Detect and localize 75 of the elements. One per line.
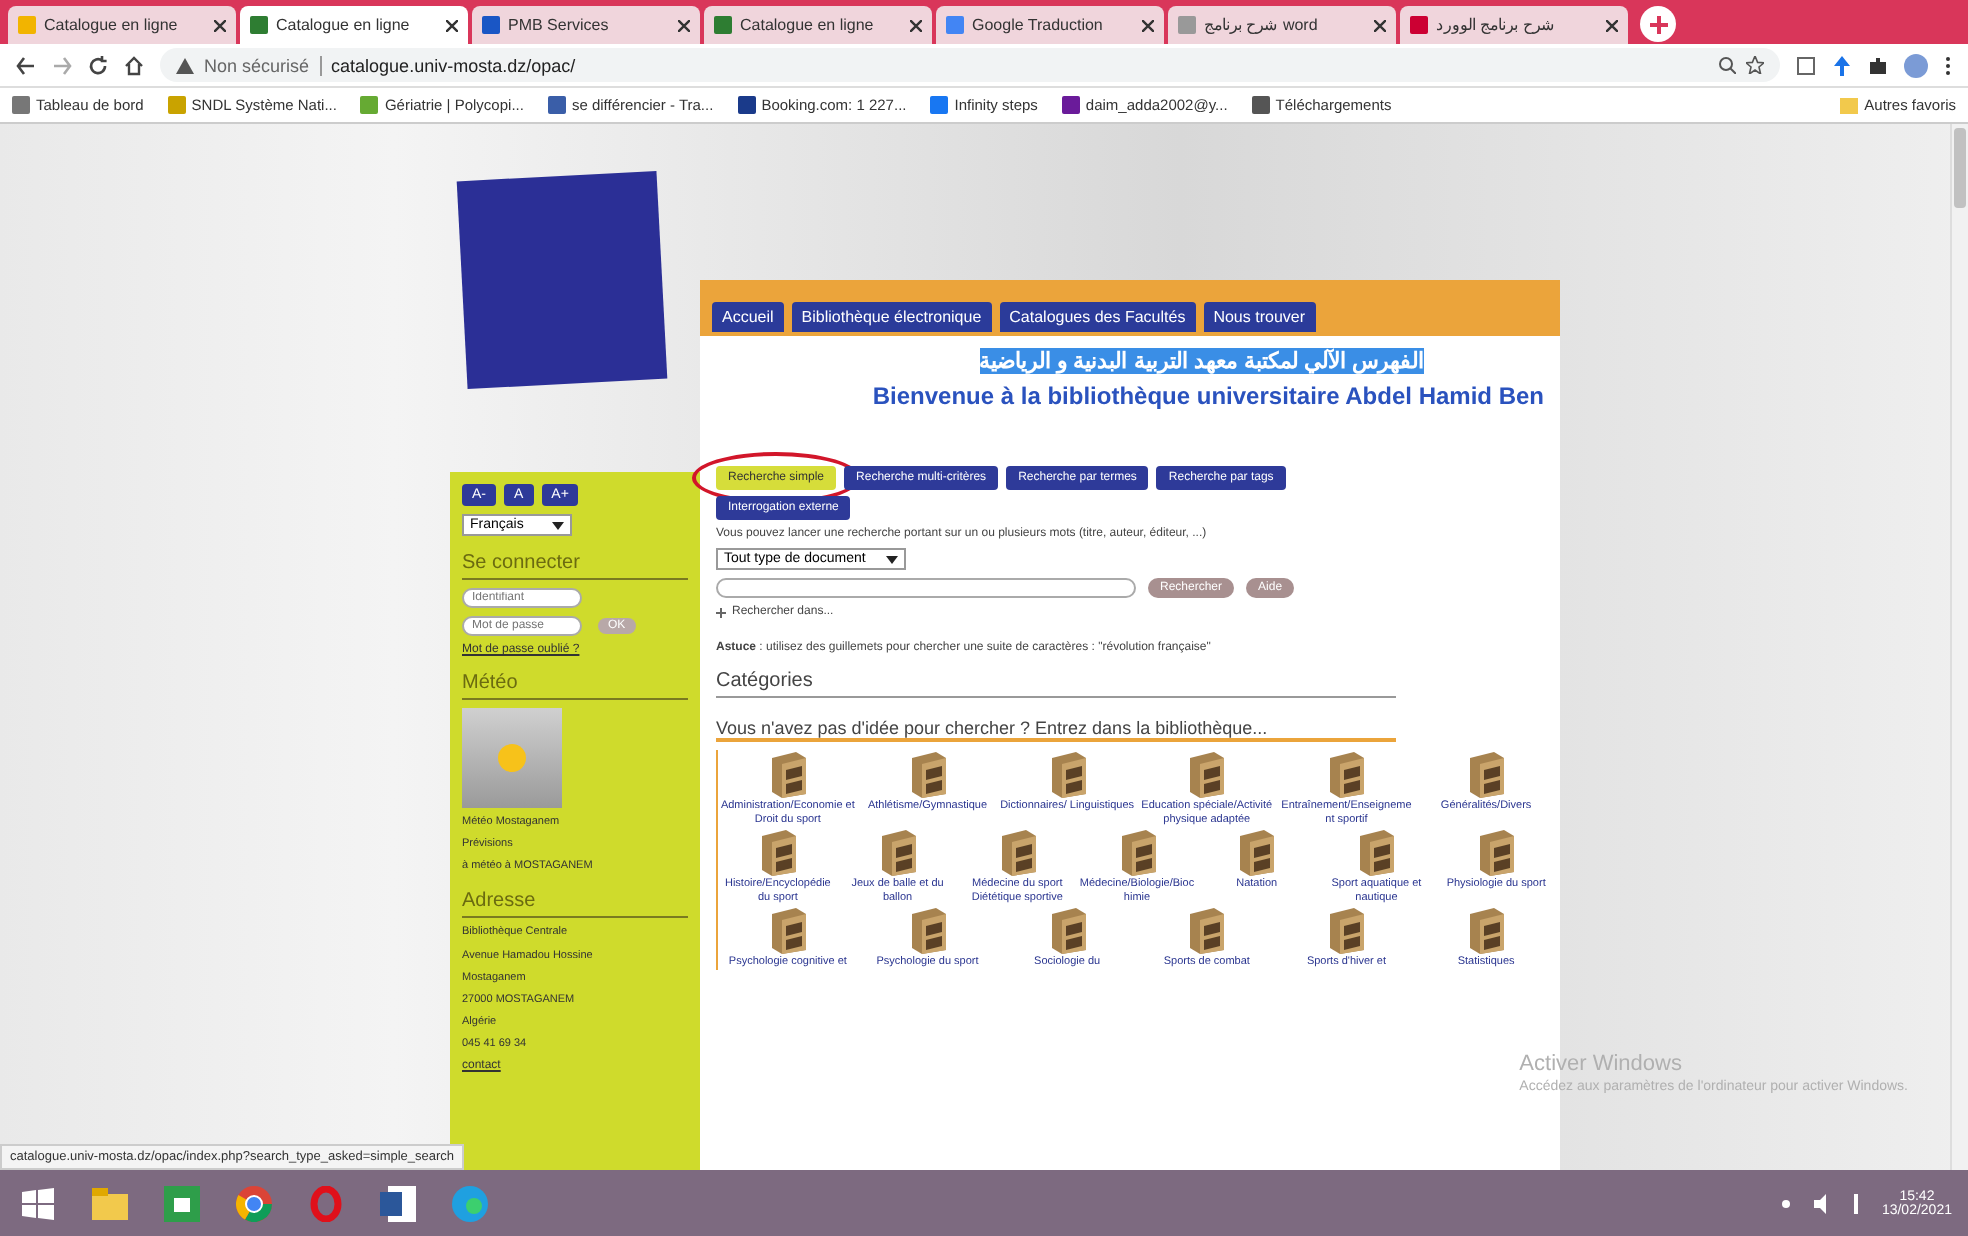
favicon-icon bbox=[18, 16, 36, 34]
close-icon bbox=[214, 19, 226, 31]
ring-icon bbox=[310, 1185, 342, 1221]
browser-tab[interactable]: شرح برنامج الوورد bbox=[1400, 6, 1628, 44]
taskbar-app[interactable] bbox=[160, 1181, 204, 1225]
browser-icon bbox=[236, 1185, 272, 1221]
favicon-icon bbox=[1178, 16, 1196, 34]
favicon-icon bbox=[946, 16, 964, 34]
browser-tab[interactable]: Catalogue en ligne bbox=[240, 6, 468, 44]
favicon-icon bbox=[1251, 96, 1270, 114]
favicon-icon bbox=[167, 96, 186, 114]
close-icon bbox=[1374, 19, 1386, 31]
arabic-title: الفهرس الآلي لمكتبة معهد التربية البدنية و الرياضية bbox=[979, 348, 1424, 374]
caret-icon bbox=[886, 555, 898, 563]
menu-icon[interactable] bbox=[1944, 55, 1952, 75]
favicon-icon bbox=[737, 96, 756, 114]
plus-icon bbox=[1649, 15, 1667, 33]
favicon-icon bbox=[360, 96, 379, 114]
nav-link[interactable]: Catalogues des Facultés bbox=[999, 302, 1196, 332]
favicon-icon bbox=[482, 16, 500, 34]
favicon-icon bbox=[930, 96, 949, 114]
browse-prompt: Vous n'avez pas d'idée pour chercher ? Entrez dans la bibliothèque... bbox=[716, 718, 1396, 742]
back-icon[interactable] bbox=[16, 55, 36, 75]
bookshelf-icon bbox=[1474, 828, 1519, 877]
bookshelf-icon bbox=[1354, 828, 1399, 877]
taskbar-app[interactable] bbox=[376, 1181, 420, 1225]
section-heading: Catégories bbox=[716, 670, 1396, 698]
browser-tab[interactable]: Catalogue en ligne bbox=[704, 6, 932, 44]
star-icon[interactable] bbox=[1746, 56, 1764, 74]
favicon-icon bbox=[1061, 96, 1080, 114]
nav-link[interactable]: Bibliothèque électronique bbox=[791, 302, 992, 332]
profile-icon[interactable] bbox=[1904, 53, 1928, 77]
bookshelf-icon bbox=[1184, 750, 1229, 798]
close-icon bbox=[446, 19, 458, 31]
new-tab-button[interactable] bbox=[1640, 6, 1676, 42]
warning-icon bbox=[176, 57, 194, 73]
folder-icon bbox=[1840, 97, 1859, 113]
bookshelf-icon bbox=[1324, 906, 1369, 955]
browser-tab[interactable]: شرح برنامج word bbox=[1168, 6, 1396, 44]
windows-logo-icon bbox=[22, 1187, 54, 1219]
address-field[interactable]: Non sécurisé catalogue.univ-mosta.dz/opac/ bbox=[160, 48, 1780, 82]
expand-icon[interactable] bbox=[716, 607, 726, 617]
sun-icon bbox=[494, 740, 530, 776]
bookshelf-icon bbox=[1464, 750, 1509, 798]
favicon-icon bbox=[714, 16, 732, 34]
sidebar-heading: Météo bbox=[462, 672, 688, 700]
favicon-icon bbox=[547, 96, 566, 114]
close-icon bbox=[678, 19, 690, 31]
bookshelf-icon bbox=[1184, 906, 1229, 955]
favicon-icon bbox=[1410, 16, 1428, 34]
browser-tab[interactable]: PMB Services bbox=[472, 6, 700, 44]
nav-link[interactable]: Accueil bbox=[712, 302, 784, 332]
favicon-icon bbox=[250, 16, 268, 34]
browser-tab[interactable]: Catalogue en ligne bbox=[8, 6, 236, 44]
bookshelf-icon bbox=[1464, 906, 1509, 955]
folder-icon bbox=[92, 1187, 128, 1219]
taskbar-app[interactable] bbox=[232, 1181, 276, 1225]
close-icon bbox=[1606, 19, 1618, 31]
nav-link[interactable]: Nous trouver bbox=[1203, 302, 1315, 332]
search-icon[interactable] bbox=[1718, 56, 1736, 74]
sidebar-heading: Se connecter bbox=[462, 552, 688, 580]
favicon-icon bbox=[12, 96, 30, 114]
document-icon bbox=[380, 1185, 416, 1221]
close-icon bbox=[1142, 19, 1154, 31]
welcome-title: Bienvenue à la bibliothèque universitaire Abdel Hamid Ben bbox=[872, 382, 1544, 410]
sidebar-heading: Adresse bbox=[462, 890, 688, 919]
search-field[interactable] bbox=[716, 578, 1136, 598]
bookshelf-icon bbox=[1234, 828, 1279, 877]
home-icon[interactable] bbox=[124, 55, 144, 75]
bookshelf-icon bbox=[1324, 750, 1369, 798]
puzzle-icon[interactable] bbox=[1868, 55, 1888, 75]
reload-icon[interactable] bbox=[88, 55, 108, 75]
close-icon bbox=[910, 19, 922, 31]
caret-icon bbox=[552, 521, 564, 529]
browser-tab[interactable]: Google Traduction bbox=[936, 6, 1164, 44]
